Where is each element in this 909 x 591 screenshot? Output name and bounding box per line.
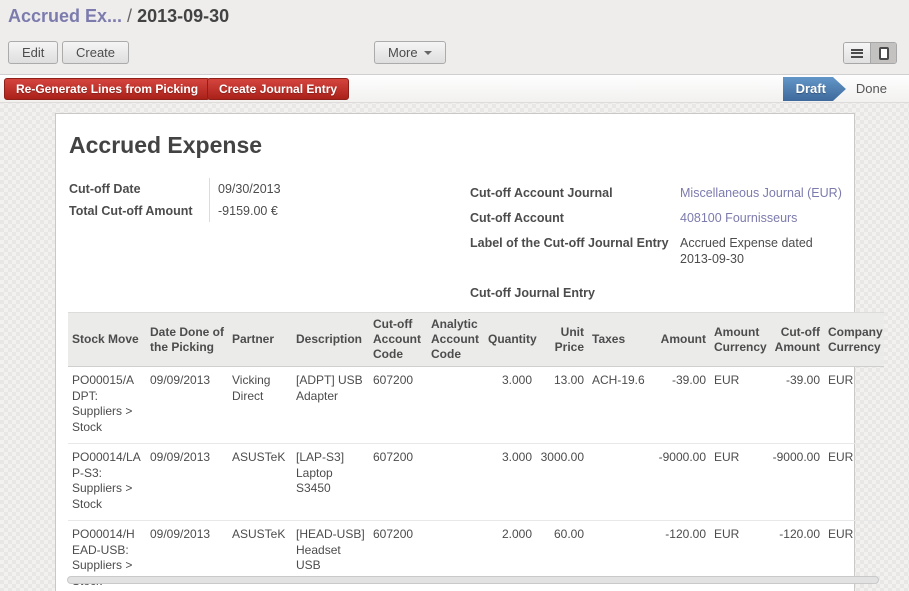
more-button[interactable]: More — [374, 41, 446, 64]
cell-cutoff-account-code: 607200 — [369, 367, 427, 444]
table-row[interactable]: PO00015/ADPT: Suppliers > Stock09/09/201… — [68, 367, 884, 444]
cutoff-lines-table: Stock Move Date Done of the Picking Part… — [68, 312, 884, 591]
create-button[interactable]: Create — [62, 41, 129, 64]
cell-company-currency: EUR — [824, 367, 884, 444]
cell-analytic-account-code — [427, 367, 484, 444]
cell-taxes — [588, 444, 652, 521]
col-header-taxes[interactable]: Taxes — [588, 313, 652, 367]
field-value-journal-entry-label: Accrued Expense dated 2013-09-30 — [668, 232, 844, 270]
cell-amount-currency: EUR — [710, 444, 768, 521]
cell-cutoff-account-code: 607200 — [369, 444, 427, 521]
cell-analytic-account-code — [427, 444, 484, 521]
regenerate-lines-button[interactable]: Re-Generate Lines from Picking — [4, 78, 210, 100]
field-label-cutoff-date: Cut-off Date — [69, 178, 209, 200]
caret-down-icon — [424, 51, 432, 55]
cell-date-done: 09/09/2013 — [146, 444, 228, 521]
cell-description: [LAP-S3] Laptop S3450 — [292, 444, 369, 521]
statusbar-states: Draft Done — [783, 77, 897, 101]
col-header-company-currency[interactable]: Company Currency — [824, 313, 884, 367]
cell-stock-move: PO00014/LAP-S3: Suppliers > Stock — [68, 444, 146, 521]
cell-taxes: ACH-19.6 — [588, 367, 652, 444]
view-switcher — [843, 42, 897, 64]
breadcrumb-parent-link[interactable]: Accrued Ex... — [8, 6, 122, 26]
field-value-total-cutoff-amount: -9159.00 € — [209, 200, 399, 222]
col-header-description[interactable]: Description — [292, 313, 369, 367]
breadcrumb-separator: / — [127, 6, 132, 26]
create-journal-entry-button[interactable]: Create Journal Entry — [207, 78, 349, 100]
cell-quantity: 3.000 — [484, 367, 536, 444]
cutoff-lines-table-wrapper: Stock Move Date Done of the Picking Part… — [68, 312, 884, 591]
cell-partner: ASUSTeK — [228, 444, 292, 521]
cell-unit-price: 3000.00 — [536, 444, 588, 521]
cell-description: [ADPT] USB Adapter — [292, 367, 369, 444]
field-value-cutoff-date: 09/30/2013 — [209, 178, 399, 200]
form-view-button[interactable] — [870, 43, 896, 63]
cell-unit-price: 13.00 — [536, 367, 588, 444]
col-header-analytic-account-code[interactable]: Analytic Account Code — [427, 313, 484, 367]
field-value-cutoff-journal-entry — [668, 282, 844, 304]
cell-amount: -9000.00 — [652, 444, 710, 521]
field-label-total-cutoff-amount: Total Cut-off Amount — [69, 200, 209, 222]
cell-quantity: 3.000 — [484, 444, 536, 521]
horizontal-scrollbar[interactable] — [67, 576, 879, 584]
list-view-button[interactable] — [844, 43, 870, 63]
cell-cutoff-amount: -9000.00 — [768, 444, 824, 521]
col-header-cutoff-account-code[interactable]: Cut-off Account Code — [369, 313, 427, 367]
cell-cutoff-amount: -39.00 — [768, 367, 824, 444]
field-label-cutoff-account: Cut-off Account — [470, 207, 668, 229]
col-header-amount[interactable]: Amount — [652, 313, 710, 367]
table-body: PO00015/ADPT: Suppliers > Stock09/09/201… — [68, 367, 884, 591]
left-field-group: Cut-off Date 09/30/2013 Total Cut-off Am… — [69, 178, 399, 222]
breadcrumb-current: 2013-09-30 — [137, 6, 229, 26]
cell-company-currency: EUR — [824, 444, 884, 521]
cell-stock-move: PO00015/ADPT: Suppliers > Stock — [68, 367, 146, 444]
cell-amount-currency: EUR — [710, 367, 768, 444]
field-label-journal-entry-label: Label of the Cut-off Journal Entry — [470, 232, 668, 270]
list-icon — [851, 49, 863, 58]
state-draft[interactable]: Draft — [783, 77, 846, 101]
state-done[interactable]: Done — [846, 77, 897, 101]
field-value-cutoff-account: 408100 Fournisseurs — [668, 207, 844, 229]
form-sheet: Accrued Expense Cut-off Date 09/30/2013 … — [55, 113, 855, 591]
field-label-cutoff-journal-entry: Cut-off Journal Entry — [470, 282, 668, 304]
col-header-date-done[interactable]: Date Done of the Picking — [146, 313, 228, 367]
cell-partner: Vicking Direct — [228, 367, 292, 444]
status-bar: Re-Generate Lines from Picking Create Jo… — [0, 74, 909, 103]
col-header-quantity[interactable]: Quantity — [484, 313, 536, 367]
more-button-label: More — [388, 45, 418, 60]
accrued-expense-screen: Accrued Ex.../2013-09-30 Edit Create Mor… — [0, 0, 909, 591]
right-field-group: Cut-off Account Journal Miscellaneous Jo… — [470, 182, 844, 304]
cutoff-account-journal-link[interactable]: Miscellaneous Journal (EUR) — [680, 186, 842, 200]
table-row[interactable]: PO00014/LAP-S3: Suppliers > Stock09/09/2… — [68, 444, 884, 521]
edit-button[interactable]: Edit — [8, 41, 58, 64]
field-value-cutoff-account-journal: Miscellaneous Journal (EUR) — [668, 182, 844, 204]
table-header-row: Stock Move Date Done of the Picking Part… — [68, 313, 884, 367]
cell-amount: -39.00 — [652, 367, 710, 444]
field-label-cutoff-account-journal: Cut-off Account Journal — [470, 182, 668, 204]
cell-date-done: 09/09/2013 — [146, 367, 228, 444]
col-header-stock-move[interactable]: Stock Move — [68, 313, 146, 367]
top-bar: Accrued Ex.../2013-09-30 Edit Create Mor… — [0, 0, 909, 74]
form-icon — [879, 47, 889, 60]
col-header-unit-price[interactable]: Unit Price — [536, 313, 588, 367]
col-header-cutoff-amount[interactable]: Cut-off Amount — [768, 313, 824, 367]
col-header-partner[interactable]: Partner — [228, 313, 292, 367]
col-header-amount-currency[interactable]: Amount Currency — [710, 313, 768, 367]
page-title: Accrued Expense — [69, 132, 262, 159]
cutoff-account-link[interactable]: 408100 Fournisseurs — [680, 211, 797, 225]
breadcrumb: Accrued Ex.../2013-09-30 — [8, 6, 229, 27]
